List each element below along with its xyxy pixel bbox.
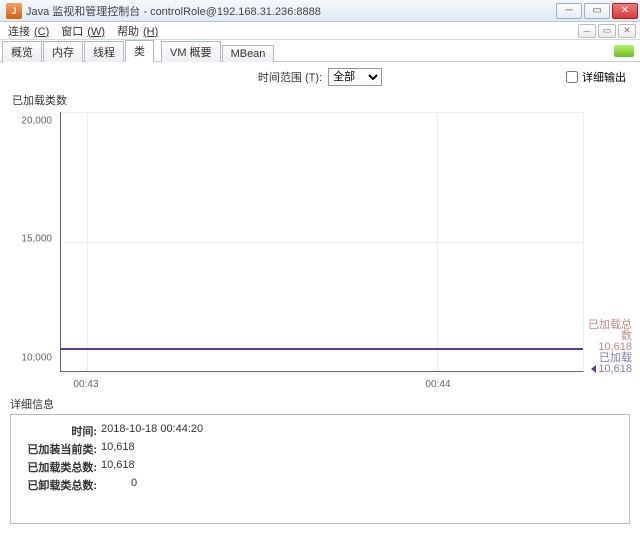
detail-unloaded-total-value: 0 xyxy=(131,477,137,493)
time-range-select[interactable]: 全部 xyxy=(328,68,382,86)
tab-strip: 概览 内存 线程 类 VM 概要 MBean xyxy=(0,40,640,62)
detail-loaded-total-value: 10,618 xyxy=(101,459,135,475)
tab-vm-summary[interactable]: VM 概要 xyxy=(161,41,221,62)
tab-mbeans[interactable]: MBean xyxy=(222,45,275,62)
tab-classes[interactable]: 类 xyxy=(125,40,154,62)
menu-bar: 连接(C) 窗口(W) 帮助(H) ─ ▭ ✕ xyxy=(0,22,640,40)
mdi-minimize-button[interactable]: ─ xyxy=(578,24,596,38)
chart-toolbar: 时间范围 (T): 全部 详细输出 xyxy=(0,62,640,92)
detail-loaded-current-label: 已加装当前类: xyxy=(21,441,97,457)
window-buttons: ─ ▭ ✕ xyxy=(556,3,638,19)
details-panel: 时间: 2018-10-18 00:44:20 已加装当前类: 10,618 已… xyxy=(10,414,630,524)
detail-loaded-current-value: 10,618 xyxy=(101,441,135,457)
detail-output-checkbox[interactable]: 详细输出 xyxy=(566,69,626,85)
window-title: Java 监视和管理控制台 - controlRole@192.168.31.2… xyxy=(26,3,556,19)
detail-unloaded-total-label: 已卸载类总数: xyxy=(21,477,97,493)
detail-time-value: 2018-10-18 00:44:20 xyxy=(101,423,203,439)
legend-loaded-total-label: 已加载总数 xyxy=(588,320,632,342)
menu-window[interactable]: 窗口(W) xyxy=(57,23,109,39)
menu-help[interactable]: 帮助(H) xyxy=(113,23,162,39)
tab-memory[interactable]: 内存 xyxy=(43,41,83,62)
time-range-label: 时间范围 (T): xyxy=(258,69,322,85)
y-tick: 20,000 xyxy=(21,115,52,126)
tab-overview[interactable]: 概览 xyxy=(2,41,42,62)
tab-threads[interactable]: 线程 xyxy=(84,41,124,62)
detail-loaded-total-label: 已加载类总数: xyxy=(21,459,97,475)
menu-connect[interactable]: 连接(C) xyxy=(4,23,53,39)
detail-output-label: 详细输出 xyxy=(582,69,626,85)
chart-plot[interactable] xyxy=(60,112,584,372)
minimize-button[interactable]: ─ xyxy=(556,3,582,19)
mdi-window-buttons: ─ ▭ ✕ xyxy=(578,24,636,38)
y-axis: 20,000 15,000 10,000 xyxy=(8,110,56,374)
y-tick: 15,000 xyxy=(21,234,52,245)
triangle-marker-icon xyxy=(591,365,596,373)
chart-section: 已加载类数 20,000 15,000 10,000 00:43 00:44 已… xyxy=(0,92,640,390)
detail-output-input[interactable] xyxy=(566,71,578,83)
maximize-button[interactable]: ▭ xyxy=(584,3,610,19)
detail-time-label: 时间: xyxy=(21,423,97,439)
x-tick: 00:44 xyxy=(425,379,450,390)
chart-title: 已加载类数 xyxy=(8,92,632,108)
mdi-restore-button[interactable]: ▭ xyxy=(598,24,616,38)
series-loaded xyxy=(61,348,583,350)
legend-loaded-value: 10,618 xyxy=(588,364,632,375)
window-titlebar: J Java 监视和管理控制台 - controlRole@192.168.31… xyxy=(0,0,640,22)
mdi-close-button[interactable]: ✕ xyxy=(618,24,636,38)
chart-legend: 已加载总数 10,618 已加载 10,618 xyxy=(588,320,632,375)
details-title: 详细信息 xyxy=(0,390,640,414)
connection-status-icon xyxy=(614,45,634,57)
y-tick: 10,000 xyxy=(21,353,52,364)
x-tick: 00:43 xyxy=(73,379,98,390)
java-icon: J xyxy=(6,3,22,19)
chart-area: 20,000 15,000 10,000 00:43 00:44 已加载总数 1… xyxy=(8,110,632,390)
close-button[interactable]: ✕ xyxy=(612,3,638,19)
